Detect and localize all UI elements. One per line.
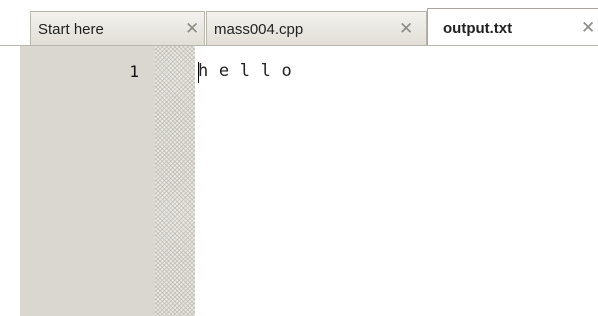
code-line: h e l l o	[198, 61, 292, 81]
tab-label: mass004.cpp	[214, 21, 304, 38]
text-caret	[198, 62, 199, 83]
close-icon[interactable]: ✕	[185, 19, 199, 39]
tab-mass004-cpp[interactable]: mass004.cpp ✕	[206, 11, 427, 46]
tab-label: Start here	[38, 21, 104, 38]
text-editor-area[interactable]: h e l l o	[195, 46, 598, 316]
tab-bar: Start here ✕ mass004.cpp ✕ output.txt ✕	[0, 0, 598, 46]
tab-output-txt[interactable]: output.txt ✕	[427, 8, 598, 46]
tab-start-here[interactable]: Start here ✕	[30, 11, 205, 46]
close-icon[interactable]: ✕	[399, 19, 413, 39]
line-number-gutter[interactable]: 1	[20, 46, 155, 316]
editor-window: Start here ✕ mass004.cpp ✕ output.txt ✕ …	[0, 0, 598, 316]
fold-margin[interactable]	[155, 46, 195, 316]
line-number: 1	[129, 62, 139, 81]
tab-label: output.txt	[443, 20, 513, 37]
close-icon[interactable]: ✕	[581, 18, 595, 38]
